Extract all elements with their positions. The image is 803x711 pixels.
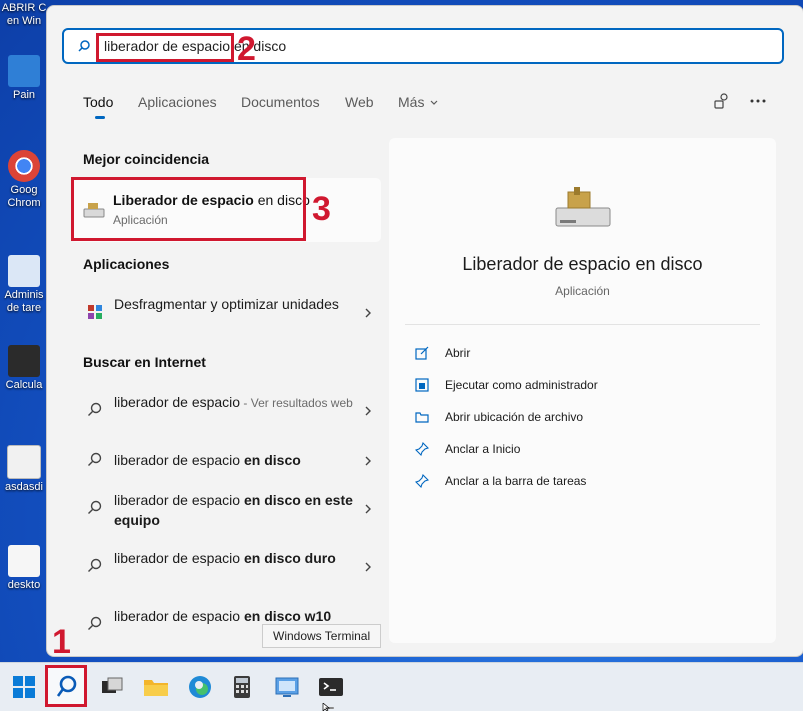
web-result-text: liberador de espacio bbox=[114, 608, 244, 624]
pin-icon bbox=[415, 442, 429, 456]
desktop-icon[interactable]: Pain bbox=[0, 55, 48, 102]
chevron-right-icon bbox=[365, 308, 371, 318]
tab-mas[interactable]: Más bbox=[398, 94, 438, 110]
windows-start-icon[interactable] bbox=[8, 671, 40, 703]
annotation-box-3 bbox=[71, 177, 306, 241]
desktop-icon[interactable]: Calcula bbox=[0, 345, 48, 392]
document-icon bbox=[7, 445, 41, 479]
more-options-icon[interactable] bbox=[750, 99, 766, 103]
section-title-best-match: Mejor coincidencia bbox=[83, 151, 210, 167]
task-view-icon[interactable] bbox=[96, 671, 128, 703]
folder-icon bbox=[415, 412, 429, 423]
desktop-icon-label: asdasdi bbox=[5, 481, 43, 493]
preview-pane: Liberador de espacio en disco Aplicación… bbox=[389, 138, 776, 643]
active-tab-indicator bbox=[95, 116, 105, 119]
preview-title: Liberador de espacio en disco bbox=[462, 254, 703, 274]
desktop-icon[interactable]: Goog Chrom bbox=[0, 150, 48, 210]
web-result-item[interactable]: liberador de espacio - Ver resultados we… bbox=[71, 392, 381, 432]
desktop-icon[interactable]: deskto bbox=[0, 545, 48, 592]
control-panel-icon[interactable] bbox=[271, 671, 303, 703]
tab-mas-label: Más bbox=[398, 94, 425, 110]
desktop-icon-label: Calcula bbox=[5, 379, 43, 391]
web-result-suffix: - Ver resultados web bbox=[240, 396, 353, 410]
paint-icon bbox=[8, 55, 40, 87]
open-icon bbox=[415, 346, 429, 360]
app-result-item[interactable]: Desfragmentar y optimizar unidades bbox=[71, 294, 381, 334]
chevron-right-icon bbox=[365, 456, 371, 466]
web-result-text: liberador de espacio bbox=[114, 550, 244, 566]
search-icon bbox=[78, 40, 90, 52]
shield-icon bbox=[415, 378, 429, 392]
web-result-label: liberador de espacio en disco duro bbox=[114, 548, 354, 568]
annotation-number-3: 3 bbox=[312, 190, 331, 228]
tab-documentos[interactable]: Documentos bbox=[241, 94, 320, 110]
web-result-bold: en disco duro bbox=[243, 550, 336, 566]
search-icon bbox=[88, 616, 102, 630]
pin-icon bbox=[415, 474, 429, 488]
web-result-bold: en disco bbox=[243, 452, 301, 468]
action-label: Abrir bbox=[445, 346, 471, 360]
preview-divider bbox=[405, 324, 760, 325]
action-label: Anclar a la barra de tareas bbox=[445, 474, 587, 488]
web-result-bold: en disco w10 bbox=[243, 608, 332, 624]
section-title-web: Buscar en Internet bbox=[83, 354, 206, 370]
preview-subtitle: Aplicación bbox=[555, 284, 610, 298]
calculator-icon[interactable] bbox=[226, 671, 258, 703]
defragment-icon bbox=[88, 305, 102, 319]
web-result-label: liberador de espacio en disco bbox=[114, 450, 354, 470]
web-result-label: liberador de espacio en disco w10 bbox=[114, 606, 354, 626]
desktop-icon[interactable]: ABRIR C en Win bbox=[0, 2, 48, 28]
desktop-icon-label: deskto bbox=[7, 579, 41, 591]
chevron-right-icon bbox=[365, 406, 371, 416]
search-icon bbox=[88, 500, 102, 514]
search-icon bbox=[88, 402, 102, 416]
web-result-item[interactable]: liberador de espacio en disco duro bbox=[71, 548, 381, 588]
web-result-label: liberador de espacio - Ver resultados we… bbox=[114, 392, 354, 413]
web-result-label: liberador de espacio en disco en este eq… bbox=[114, 490, 354, 530]
section-title-apps: Aplicaciones bbox=[83, 256, 170, 272]
action-label: Ejecutar como administrador bbox=[445, 378, 598, 392]
action-label: Abrir ubicación de archivo bbox=[445, 410, 584, 424]
desktop-icon-label: Goog Chrom bbox=[7, 184, 41, 209]
account-icon[interactable] bbox=[713, 92, 731, 110]
calculator-icon bbox=[8, 345, 40, 377]
disk-cleanup-large-icon bbox=[555, 187, 611, 227]
annotation-number-2: 2 bbox=[237, 30, 256, 68]
settings-file-icon bbox=[8, 545, 40, 577]
desktop-icon-label: Pain bbox=[12, 89, 36, 101]
chevron-down-icon bbox=[430, 100, 438, 105]
chevron-right-icon bbox=[365, 562, 371, 572]
annotation-box-1 bbox=[45, 665, 87, 707]
annotation-box-2 bbox=[96, 33, 234, 62]
terminal-icon[interactable] bbox=[315, 671, 347, 703]
action-label: Anclar a Inicio bbox=[445, 442, 521, 456]
tab-todo[interactable]: Todo bbox=[83, 94, 113, 110]
taskbar bbox=[0, 662, 803, 711]
web-result-item[interactable]: liberador de espacio en disco en este eq… bbox=[71, 490, 381, 530]
web-result-text: liberador de espacio bbox=[114, 452, 244, 468]
edge-icon[interactable] bbox=[184, 671, 216, 703]
chrome-icon bbox=[8, 150, 40, 182]
annotation-number-1: 1 bbox=[52, 623, 71, 661]
search-icon[interactable] bbox=[56, 675, 78, 699]
web-result-text: liberador de espacio bbox=[114, 492, 244, 508]
taskbar-tooltip: Windows Terminal bbox=[262, 624, 382, 648]
tab-aplicaciones[interactable]: Aplicaciones bbox=[138, 94, 217, 110]
web-result-text: liberador de espacio bbox=[114, 394, 241, 410]
file-explorer-icon[interactable] bbox=[140, 671, 172, 703]
desktop-icon-label: Adminis de tare bbox=[4, 289, 44, 314]
search-panel: liberador de espacio en disco 2 Todo Apl… bbox=[46, 5, 803, 657]
search-icon bbox=[88, 452, 102, 466]
app-result-label: Desfragmentar y optimizar unidades bbox=[114, 296, 339, 312]
desktop-icon-label: ABRIR C en Win bbox=[1, 2, 47, 27]
search-icon bbox=[88, 558, 102, 572]
task-manager-icon bbox=[8, 255, 40, 287]
chevron-right-icon bbox=[365, 504, 371, 514]
web-result-item[interactable]: liberador de espacio en disco bbox=[71, 450, 381, 474]
desktop-icon[interactable]: Adminis de tare bbox=[0, 255, 48, 315]
tab-web[interactable]: Web bbox=[345, 94, 374, 110]
desktop-icon[interactable]: asdasdi bbox=[0, 445, 48, 494]
